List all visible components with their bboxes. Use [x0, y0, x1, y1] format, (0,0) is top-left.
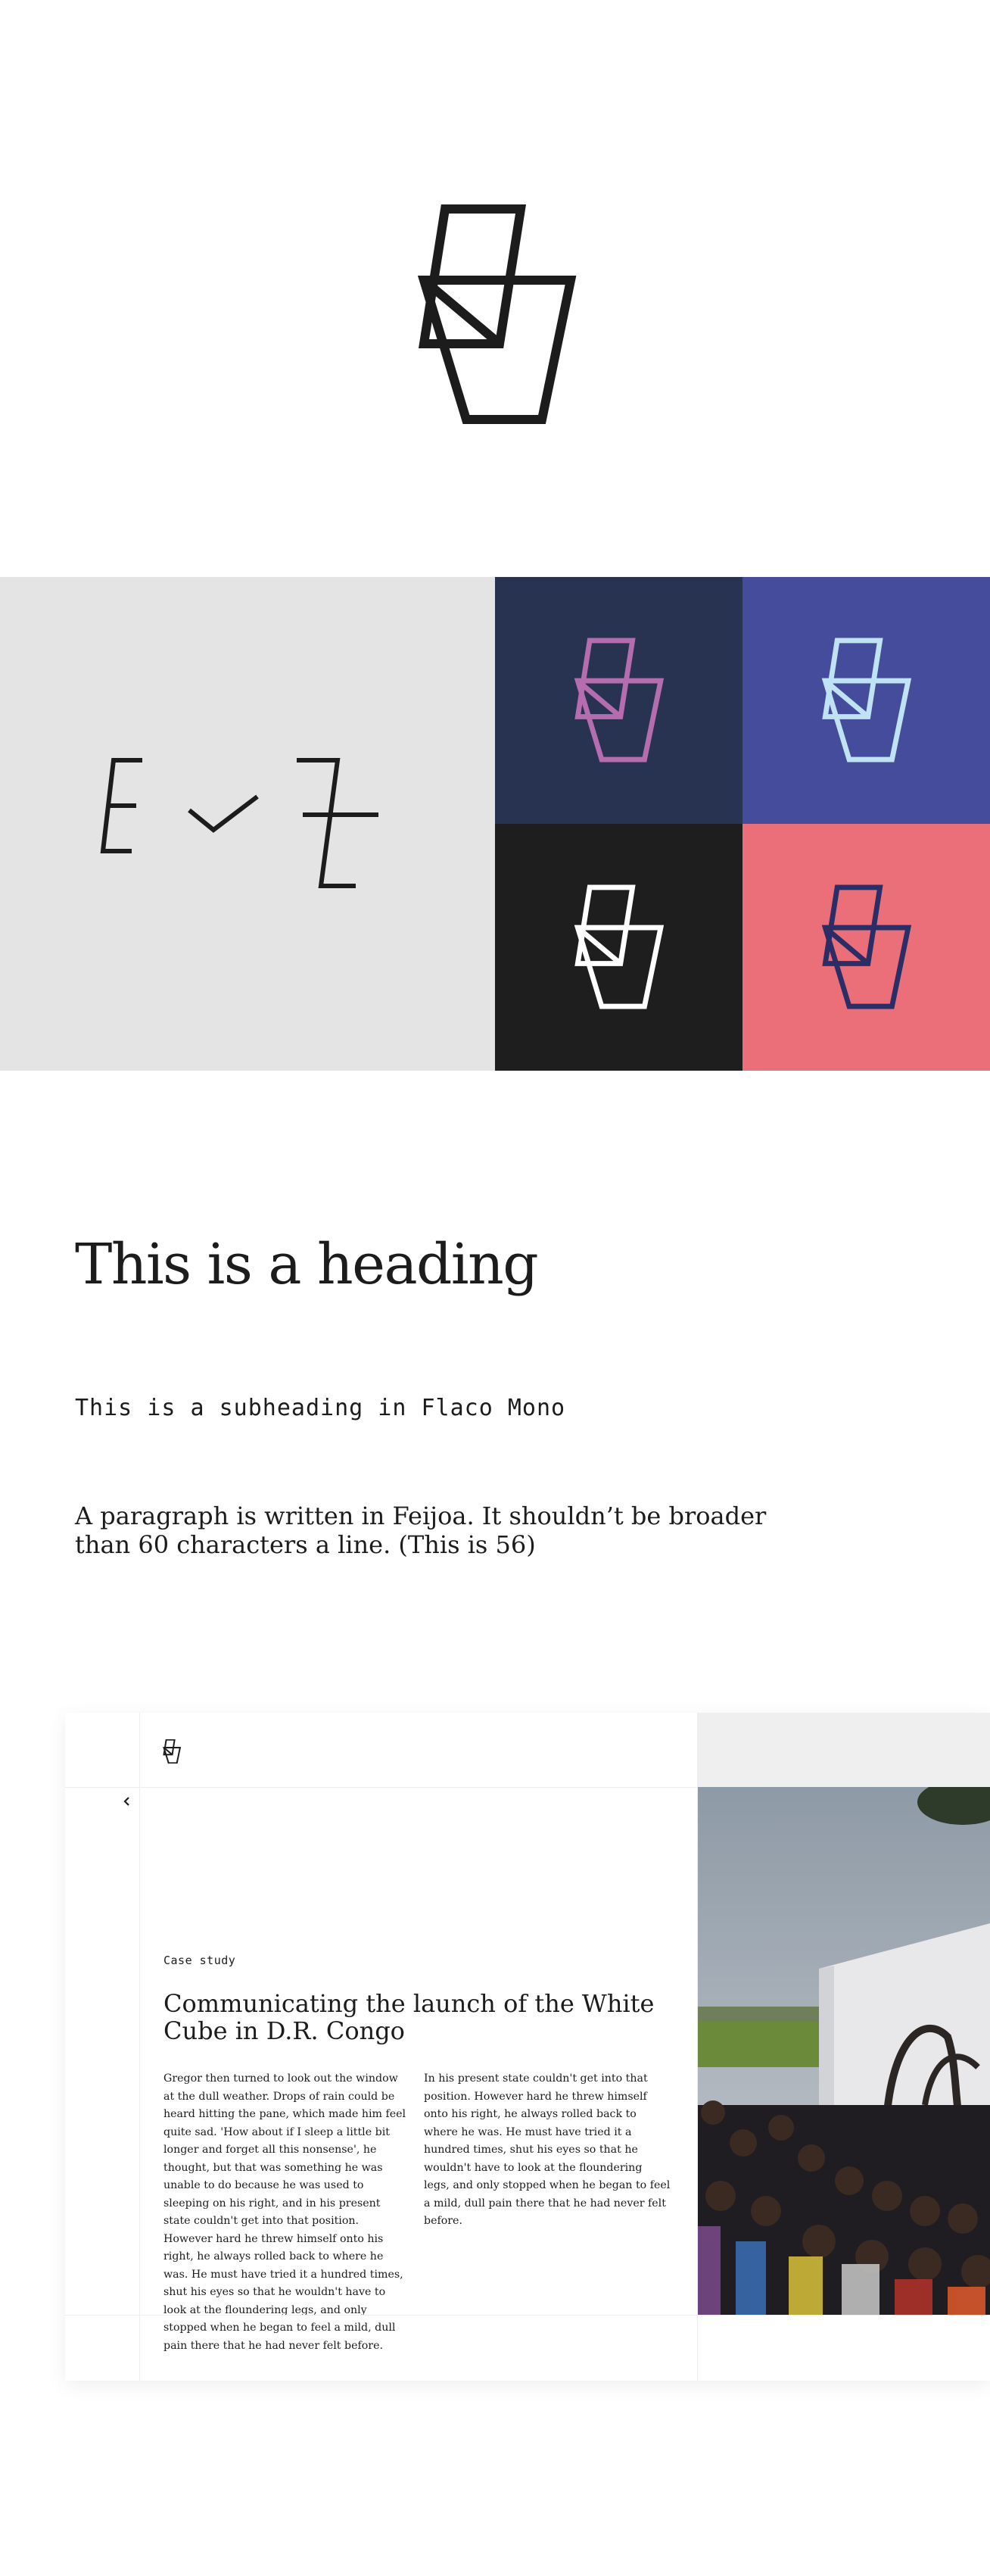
crowd-photo-image [698, 1787, 990, 2315]
logo-mark-icon [821, 638, 912, 763]
case-study-body-column-2: In his present state couldn't get into t… [424, 2072, 671, 2227]
logo-mark-icon [417, 204, 577, 424]
logo-mark-icon [574, 638, 665, 763]
case-study-photo [698, 1787, 990, 2315]
page-header [65, 1713, 697, 1788]
logo-mark-icon[interactable] [162, 1739, 182, 1764]
wordmark-logo-icon [100, 758, 378, 888]
subheading-sample: This is a subheading in Flaco Mono [75, 1395, 566, 1421]
case-study-label: Case study [163, 1954, 236, 1967]
wordmark-panel [0, 577, 495, 1071]
logo-tile-indigo [742, 577, 990, 824]
case-study-body-column-1: Gregor then turned to look out the windo… [163, 2072, 406, 2352]
header-grey-area [697, 1713, 990, 1787]
footer-divider [65, 2315, 990, 2316]
case-study-title: Communicating the launch of the White Cu… [163, 1989, 655, 2045]
heading-sample: This is a heading [75, 1232, 539, 1297]
logo-mark-icon [821, 884, 912, 1009]
chevron-left-icon [123, 1797, 129, 1806]
logo-tile-coral [742, 824, 990, 1071]
logo-tile-black [495, 824, 742, 1071]
logo-tile-navy [495, 577, 742, 824]
back-button[interactable] [115, 1789, 139, 1813]
logo-mark-icon [574, 884, 665, 1009]
paragraph-sample: A paragraph is written in Feijoa. It sho… [75, 1502, 767, 1559]
